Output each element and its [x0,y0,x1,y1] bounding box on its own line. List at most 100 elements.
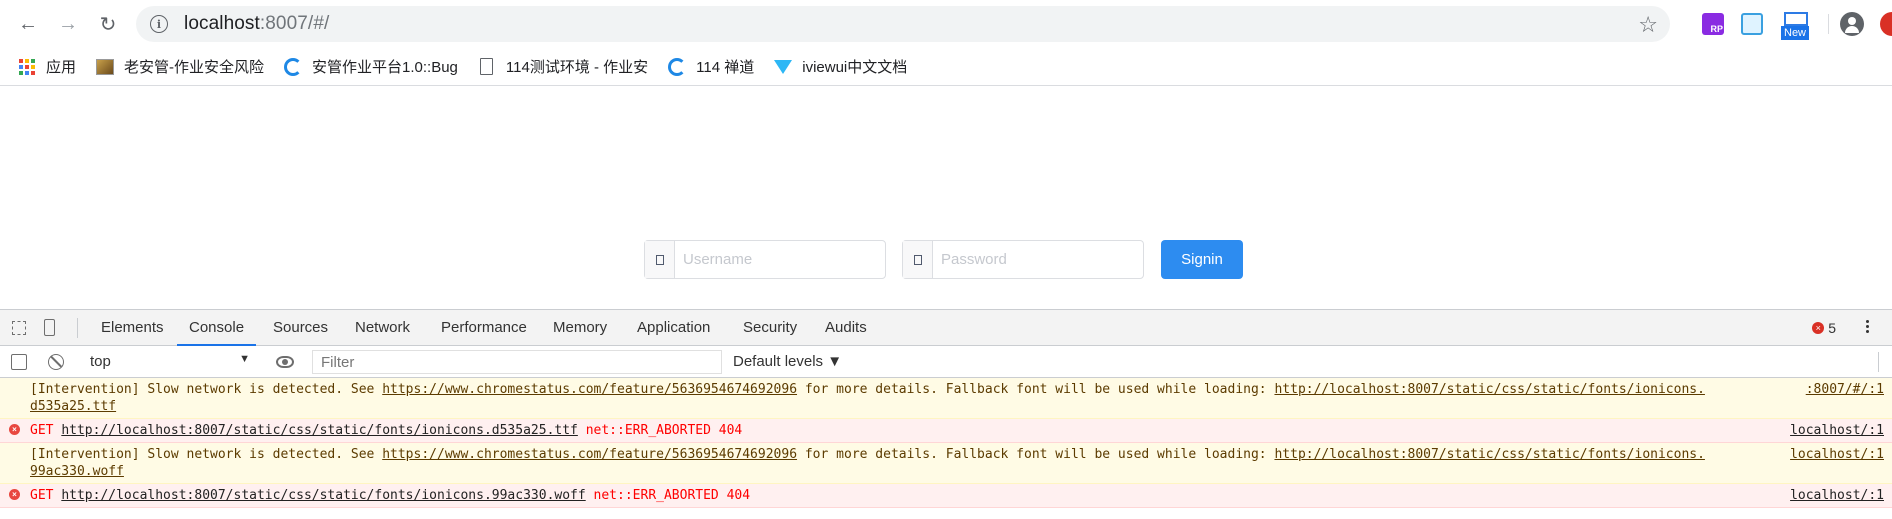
message-link[interactable]: http://localhost:8007/static/css/static/… [1274,447,1704,462]
toolbar-divider [1828,14,1829,34]
ext-rp-label: RP [1710,24,1723,34]
message-text: for more details. Fallback font will be … [797,447,1275,462]
bookmark-item[interactable]: 安管作业平台1.0::Bug [284,56,458,77]
bookmark-label: 老安管-作业安全风险 [124,59,265,76]
url-path: :8007/#/ [259,13,330,34]
info-icon[interactable]: i [150,15,168,33]
bookmark-label: 114 禅道 [696,59,755,76]
message-status: net::ERR_ABORTED 404 [577,423,743,438]
error-icon: × [9,424,20,435]
tab-elements[interactable]: Elements [89,310,176,346]
user-icon [645,241,675,278]
message-text: GET [30,423,62,438]
source-link[interactable]: localhost/:1 [1790,487,1884,504]
inspect-element-icon[interactable] [12,321,26,335]
message-text: [Intervention] Slow network is detected.… [30,382,383,397]
browser-toolbar: ← → ↻ i localhost:8007/#/ ☆ RP New [0,0,1892,48]
username-field[interactable] [644,240,886,279]
devtools-panel: Elements Console Sources Network Perform… [0,309,1892,519]
extension-icon[interactable] [1741,13,1763,35]
tab-audits[interactable]: Audits [813,310,879,346]
url-host: localhost [184,13,260,34]
message-text: [Intervention] Slow network is detected.… [30,447,383,462]
bookmark-star-icon[interactable]: ☆ [1638,12,1658,38]
username-input[interactable] [675,241,885,278]
devtools-tabbar: Elements Console Sources Network Perform… [0,310,1892,346]
tab-security[interactable]: Security [731,310,809,346]
message-text: for more details. Fallback font will be … [797,382,1275,397]
iview-icon [774,58,793,76]
tab-divider [77,318,78,338]
bookmark-apps[interactable]: 应用 [18,56,76,77]
new-badge: New [1781,26,1810,40]
error-icon: × [9,489,20,500]
update-error-icon[interactable] [1880,12,1892,36]
tab-performance[interactable]: Performance [429,310,539,346]
console-messages: [Intervention] Slow network is detected.… [0,378,1892,508]
page-viewport: Signin [0,87,1892,309]
console-error: × GET http://localhost:8007/static/css/s… [0,419,1892,443]
message-link[interactable]: https://www.chromestatus.com/feature/563… [382,447,797,462]
message-status: net::ERR_ABORTED 404 [585,488,751,503]
console-filter-input[interactable] [312,350,722,374]
live-expression-eye-icon[interactable] [276,356,294,368]
source-link[interactable]: :8007/#/:1 [1806,381,1884,398]
dropdown-arrow-icon: ▼ [239,353,250,365]
error-count: 5 [1828,320,1836,336]
message-link[interactable]: https://www.chromestatus.com/feature/563… [382,382,797,397]
tab-application[interactable]: Application [625,310,722,346]
bookmark-label: iviewui中文文档 [802,59,908,76]
message-text: GET [30,488,62,503]
bookmark-item[interactable]: 老安管-作业安全风险 [96,56,264,77]
message-link[interactable]: 99ac330.woff [30,463,1882,480]
source-link[interactable]: localhost/:1 [1790,446,1884,463]
message-link[interactable]: d535a25.ttf [30,398,1882,415]
sidebar-toggle-icon[interactable] [11,354,27,370]
axure-rp-extension-icon[interactable]: RP [1702,13,1724,35]
bookmark-label: 114测试环境 - 作业安 [505,59,649,76]
profile-avatar-icon[interactable] [1840,12,1864,36]
clear-console-icon[interactable] [48,354,64,370]
reload-icon[interactable]: ↻ [94,10,122,38]
monitor-icon [1784,12,1808,26]
back-arrow-icon[interactable]: ← [14,10,42,38]
lock-icon [903,241,933,278]
bookmarks-bar: 应用 老安管-作业安全风险 安管作业平台1.0::Bug 114测试环境 - 作… [0,48,1892,86]
apps-grid-icon [18,58,36,76]
new-extension-icon[interactable]: New [1781,12,1811,42]
message-link[interactable]: http://localhost:8007/static/css/static/… [61,488,585,503]
source-link[interactable]: localhost/:1 [1790,422,1884,439]
url-text[interactable]: localhost:8007/#/ [184,13,329,35]
bookmark-label: 应用 [46,59,77,76]
message-link[interactable]: http://localhost:8007/static/css/static/… [1274,382,1704,397]
tab-network[interactable]: Network [343,310,422,346]
chandao-icon [284,57,303,76]
console-error: × GET http://localhost:8007/static/css/s… [0,484,1892,508]
bookmark-item[interactable]: iviewui中文文档 [774,56,907,77]
context-label: top [90,353,111,370]
tab-memory[interactable]: Memory [541,310,619,346]
more-options-icon[interactable] [1866,320,1870,335]
device-toolbar-icon[interactable] [44,319,55,336]
toolbar-divider [1878,352,1879,372]
error-icon: × [1812,322,1825,334]
password-input[interactable] [933,241,1143,278]
tab-console[interactable]: Console [177,310,257,346]
console-warning: [Intervention] Slow network is detected.… [0,378,1892,419]
tab-sources[interactable]: Sources [261,310,340,346]
chandao-icon [668,57,687,76]
bookmark-item[interactable]: 114测试环境 - 作业安 [478,56,648,77]
log-levels-dropdown[interactable]: Default levels ▼ [733,353,842,370]
forward-arrow-icon[interactable]: → [54,10,82,38]
console-warning: [Intervention] Slow network is detected.… [0,443,1892,484]
context-selector[interactable]: top ▼ [90,353,250,370]
image-icon [96,58,115,76]
signin-button[interactable]: Signin [1161,240,1243,279]
password-field[interactable] [902,240,1144,279]
console-toolbar: top ▼ Default levels ▼ [0,346,1892,378]
address-bar[interactable]: i localhost:8007/#/ ☆ [136,6,1670,42]
bookmark-item[interactable]: 114 禅道 [668,56,754,77]
message-link[interactable]: http://localhost:8007/static/css/static/… [61,423,578,438]
document-icon [478,58,496,76]
error-counter[interactable]: × 5 [1812,320,1836,336]
